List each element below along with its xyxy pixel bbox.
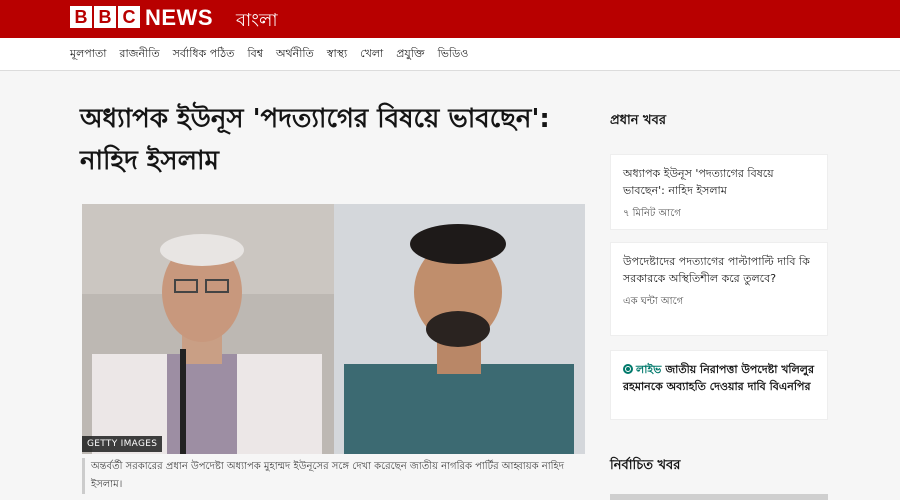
article-hero-image [82,204,585,454]
nav-item-health[interactable]: স্বাস্থ্য [327,45,347,64]
selected-news-heading: নির্বাচিত খবর [610,458,681,473]
bbc-logo-letter: C [118,6,140,28]
nav-item-world[interactable]: বিশ্ব [247,45,263,64]
top-news-card[interactable]: অধ্যাপক ইউনূস 'পদত্যাগের বিষয়ে ভাবছেন':… [610,154,828,230]
nav-item-politics[interactable]: রাজনীতি [119,45,159,64]
service-language[interactable]: বাংলা [236,6,278,37]
bbc-logo-letter: B [94,6,116,28]
card-title-row: লাইভ জাতীয় নিরাপত্তা উপদেষ্টা খলিলুর রহম… [623,361,815,395]
live-news-card[interactable]: লাইভ জাতীয় নিরাপত্তা উপদেষ্টা খলিলুর রহম… [610,350,828,420]
card-title: উপদেষ্টাদের পদত্যাগের পাল্টাপাল্টি দাবি … [623,255,810,285]
live-indicator-icon [623,364,633,374]
card-title: অধ্যাপক ইউনূস 'পদত্যাগের বিষয়ে ভাবছেন':… [623,167,774,197]
top-header: B B C NEWS বাংলা [0,0,900,38]
section-nav: মূলপাতা রাজনীতি সর্বাধিক পঠিত বিশ্ব অর্থ… [0,38,900,71]
card-timestamp: ৭ মিনিট আগে [623,208,681,219]
article-headline: অধ্যাপক ইউনূস 'পদত্যাগের বিষয়ে ভাবছেন':… [80,104,550,176]
live-badge: লাইভ [636,363,662,376]
image-credit: GETTY IMAGES [82,436,163,452]
top-news-card[interactable]: উপদেষ্টাদের পদত্যাগের পাল্টাপাল্টি দাবি … [610,242,828,336]
image-caption: অন্তর্বর্তী সরকারের প্রধান উপদেষ্টা অধ্য… [82,458,585,494]
bbc-logo[interactable]: B B C [70,6,140,28]
selected-news-thumbnail[interactable] [610,494,828,500]
hero-photo-illustration [82,204,585,454]
bbc-logo-letter: B [70,6,92,28]
news-wordmark[interactable]: NEWS [145,5,213,31]
nav-item-home[interactable]: মূলপাতা [70,45,106,64]
nav-item-economy[interactable]: অর্থনীতি [276,45,314,64]
nav-item-technology[interactable]: প্রযুক্তি [396,45,424,64]
nav-item-sport[interactable]: খেলা [360,45,383,64]
nav-item-most-read[interactable]: সর্বাধিক পঠিত [173,45,235,64]
card-timestamp: এক ঘন্টা আগে [623,296,684,307]
nav-item-video[interactable]: ভিডিও [438,45,469,64]
top-news-heading: প্রধান খবর [610,113,666,128]
